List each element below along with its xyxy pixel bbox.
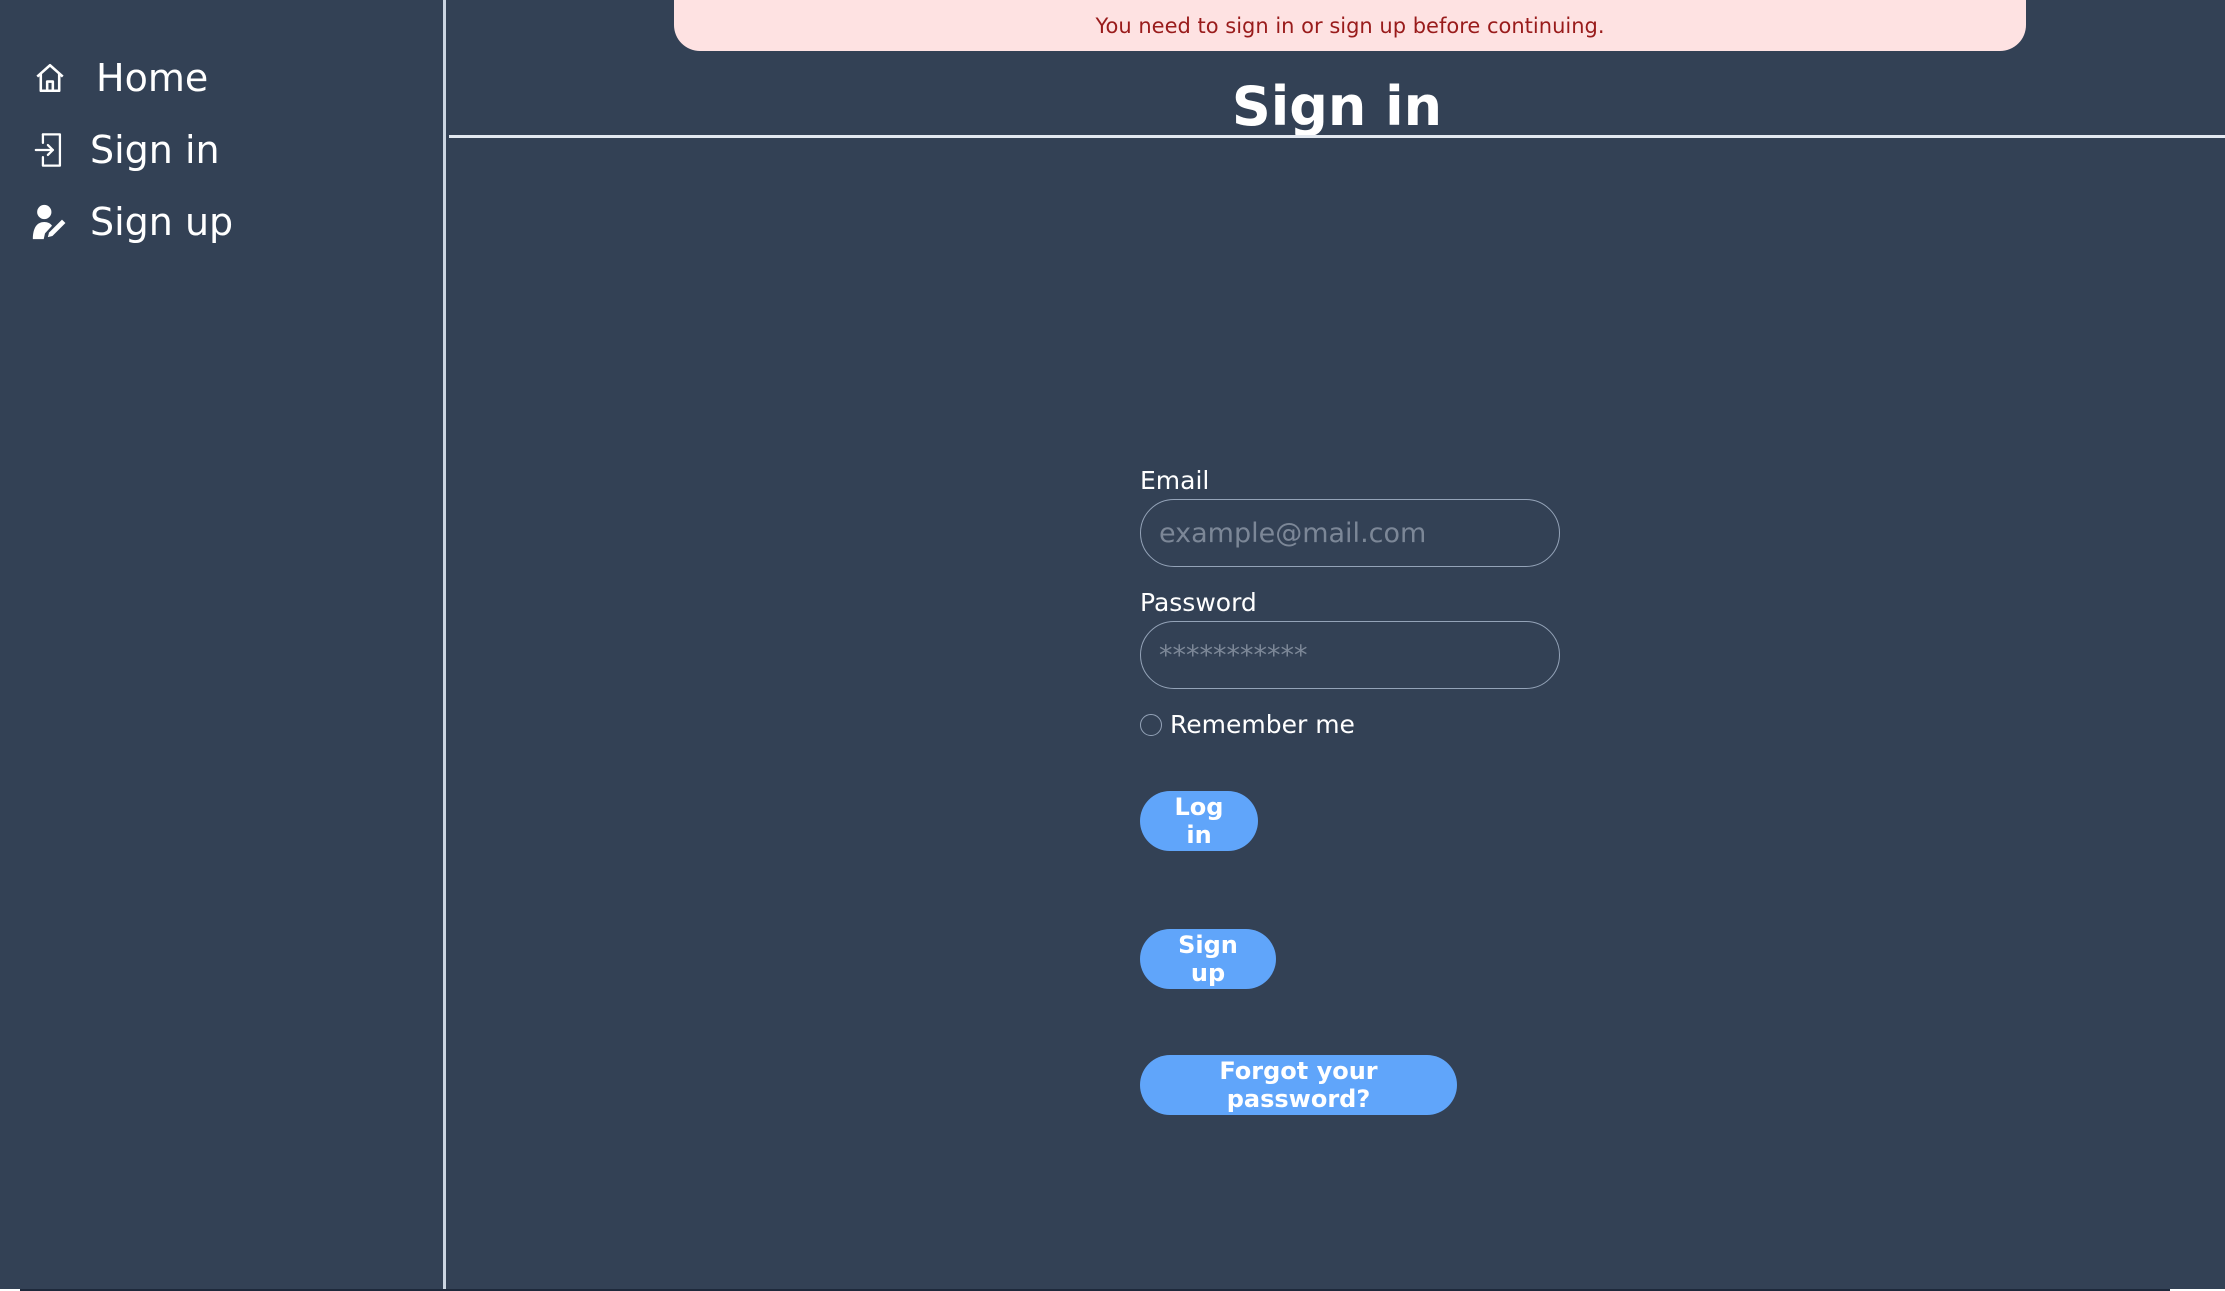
sidebar-item-label: Sign in <box>90 128 220 172</box>
sidebar-item-sign-in[interactable]: Sign in <box>30 128 220 172</box>
sidebar-item-home[interactable]: Home <box>30 56 208 100</box>
sidebar-item-label: Sign up <box>90 200 234 244</box>
sign-in-icon <box>30 130 70 170</box>
remember-me-checkbox[interactable] <box>1140 713 1162 736</box>
remember-me-row: Remember me <box>1140 710 1355 739</box>
remember-me-label: Remember me <box>1170 710 1355 739</box>
log-in-button[interactable]: Log in <box>1140 791 1258 851</box>
password-field[interactable] <box>1140 621 1560 689</box>
home-icon <box>30 58 70 98</box>
title-divider <box>449 135 2225 138</box>
password-label: Password <box>1140 588 1257 617</box>
page-title: Sign in <box>1231 75 1443 138</box>
sidebar-item-sign-up[interactable]: Sign up <box>30 200 233 244</box>
sidebar: Home Sign in Sign up <box>0 0 446 1289</box>
sidebar-item-label: Home <box>96 56 209 100</box>
user-edit-icon <box>30 202 70 242</box>
email-field[interactable] <box>1140 499 1560 567</box>
email-label: Email <box>1140 466 1210 495</box>
sign-up-button[interactable]: Sign up <box>1140 929 1276 989</box>
flash-alert: You need to sign in or sign up before co… <box>674 0 2026 51</box>
flash-message: You need to sign in or sign up before co… <box>1095 13 1605 38</box>
forgot-password-button[interactable]: Forgot your password? <box>1140 1055 1457 1115</box>
app-root: Home Sign in Sign up You need to sign in… <box>0 0 2225 1289</box>
